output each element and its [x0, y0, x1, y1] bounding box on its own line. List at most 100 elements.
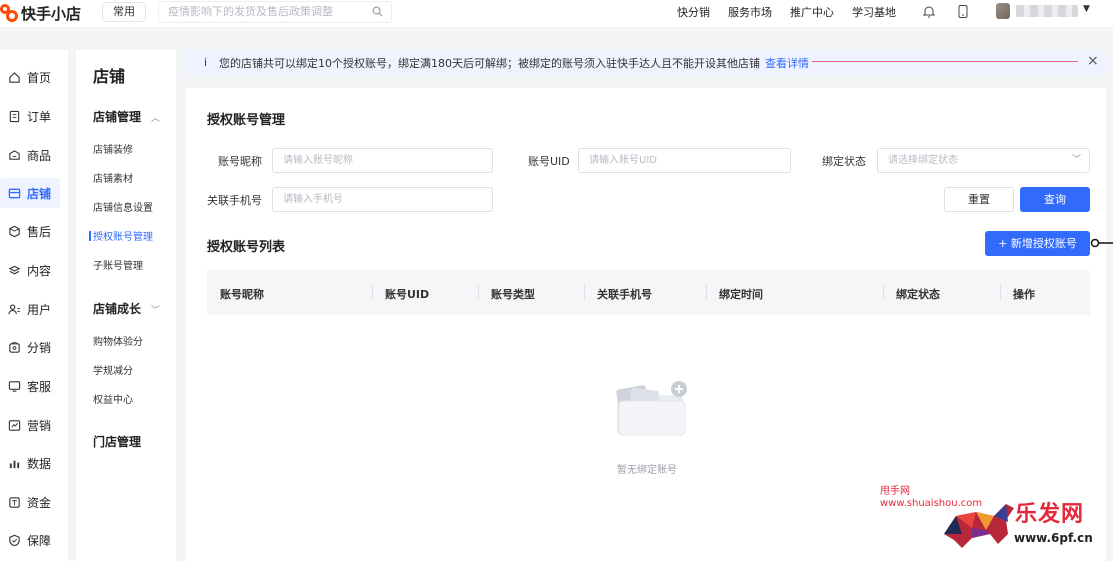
top-icons	[922, 4, 990, 18]
status-label: 绑定状态	[822, 155, 866, 168]
logo[interactable]: 快手小店	[0, 2, 81, 24]
primary-nav-item-marketing[interactable]: 营销	[0, 410, 68, 440]
primary-nav-label: 营销	[27, 418, 52, 433]
watermark-site-name: 甩手网	[880, 486, 910, 497]
column-divider	[372, 285, 373, 299]
column-divider	[478, 285, 479, 299]
column-divider	[706, 285, 707, 299]
side-handle-icon[interactable]	[1089, 237, 1113, 249]
column-divider	[883, 285, 884, 299]
status-select[interactable]: 请选择绑定状态 ﹀	[877, 148, 1090, 173]
primary-nav-item-goods[interactable]: 商品	[0, 140, 68, 170]
guarantee-icon	[9, 534, 20, 546]
user-icon	[8, 303, 21, 314]
column-divider	[1000, 285, 1001, 299]
close-icon[interactable]: ×	[1087, 53, 1099, 69]
nav-item-shop-material[interactable]: 店铺素材	[93, 170, 133, 185]
chevron-down-icon: ﹀	[151, 306, 161, 316]
after-sale-icon	[9, 225, 20, 237]
watermark-brand: 乐发网	[1015, 501, 1085, 527]
page-title: 授权账号管理	[207, 113, 286, 128]
top-links: 快分销 服务市场 推广中心 学习基地	[677, 4, 914, 20]
nickname-label: 账号昵称	[218, 155, 262, 168]
list-title: 授权账号列表	[207, 240, 286, 255]
mobile-icon[interactable]	[956, 4, 970, 18]
column-header-type: 账号类型	[491, 288, 535, 301]
nav-item-authorized-accounts[interactable]: 授权账号管理	[89, 228, 153, 243]
nav-item-shopping-score[interactable]: 购物体验分	[93, 333, 143, 348]
phone-input[interactable]: 请输入手机号	[272, 187, 493, 212]
top-search-placeholder: 疫情影响下的发货及售后政策调整	[168, 5, 333, 18]
top-link-promotion[interactable]: 推广中心	[790, 4, 834, 20]
primary-nav-label: 订单	[27, 109, 52, 124]
top-link-learning[interactable]: 学习基地	[852, 4, 896, 20]
primary-nav-item-guarantee[interactable]: 保障	[0, 525, 68, 555]
customer-service-icon	[8, 380, 21, 392]
notice-detail-link[interactable]: 查看详情	[765, 55, 809, 71]
nav-item-sub-accounts[interactable]: 子账号管理	[93, 257, 143, 272]
kuaishou-logo-icon	[0, 4, 18, 22]
nav-item-rules-deduction[interactable]: 学规减分	[93, 362, 133, 377]
primary-nav-item-content[interactable]: 内容	[0, 255, 68, 285]
primary-nav-label: 用户	[27, 302, 52, 317]
nav-group-store-management[interactable]: 门店管理	[93, 433, 141, 450]
nav-item-benefits-center[interactable]: 权益中心	[93, 391, 133, 406]
caret-down-icon[interactable]: ▼	[1083, 4, 1090, 14]
primary-nav-label: 数据	[27, 456, 52, 471]
top-bar: 快手小店 常用 疫情影响下的发货及售后政策调整 快分销 服务市场 推广中心 学习…	[0, 0, 1113, 28]
primary-nav-item-customer-service[interactable]: 客服	[0, 371, 68, 401]
column-header-actions: 操作	[1013, 288, 1035, 301]
top-search-input[interactable]: 疫情影响下的发货及售后政策调整	[158, 1, 392, 23]
search-icon[interactable]	[372, 6, 383, 17]
primary-nav-item-funds[interactable]: 资金	[0, 487, 68, 517]
primary-nav-label: 售后	[27, 224, 52, 239]
goods-icon	[9, 149, 20, 160]
uid-input[interactable]: 请输入账号UID	[578, 148, 791, 173]
distribution-icon	[9, 341, 20, 353]
nav-item-shop-decoration[interactable]: 店铺装修	[93, 141, 133, 156]
home-icon	[9, 71, 20, 83]
column-header-uid: 账号UID	[385, 288, 430, 301]
reset-button[interactable]: 重置	[944, 187, 1014, 212]
nav-group-shop-growth[interactable]: 店铺成长 ﹀	[93, 300, 160, 317]
primary-nav-label: 客服	[27, 379, 52, 394]
empty-folder-icon	[616, 381, 687, 436]
primary-nav-label: 内容	[27, 263, 52, 278]
search-button[interactable]: 查询	[1020, 187, 1090, 212]
nav-group-label: 店铺成长	[93, 302, 142, 316]
column-divider	[584, 285, 585, 299]
phone-label: 关联手机号	[207, 194, 262, 207]
chevron-down-icon: ﹀	[1071, 155, 1081, 165]
primary-nav-label: 资金	[27, 495, 52, 510]
primary-nav-item-after-sale[interactable]: 售后	[0, 216, 68, 246]
primary-nav-item-orders[interactable]: 订单	[0, 101, 68, 131]
logo-text: 快手小店	[21, 4, 82, 23]
nav-group-shop-management[interactable]: 店铺管理 ︿	[93, 108, 160, 125]
notice-divider	[812, 61, 1078, 62]
column-header-nickname: 账号昵称	[220, 288, 264, 301]
top-link-service-market[interactable]: 服务市场	[728, 4, 772, 20]
avatar[interactable]	[996, 3, 1010, 19]
primary-nav-item-users[interactable]: 用户	[0, 294, 68, 324]
secondary-nav-title: 店铺	[93, 67, 126, 86]
data-icon	[9, 460, 20, 468]
primary-nav-item-distribution[interactable]: 分销	[0, 332, 68, 362]
column-header-phone: 关联手机号	[597, 288, 652, 301]
common-button[interactable]: 常用	[102, 2, 146, 22]
primary-nav-item-shop[interactable]: 店铺	[0, 178, 60, 208]
bell-icon[interactable]	[922, 4, 936, 18]
shop-icon	[8, 188, 21, 198]
nickname-input[interactable]: 请输入账号昵称	[272, 148, 493, 173]
primary-nav-label: 分销	[27, 340, 52, 355]
marketing-icon	[8, 419, 21, 431]
primary-nav-item-data[interactable]: 数据	[0, 448, 68, 478]
nav-item-shop-info[interactable]: 店铺信息设置	[93, 199, 153, 214]
funds-icon	[9, 496, 20, 508]
primary-nav-item-home[interactable]: 首页	[0, 62, 68, 92]
add-authorized-account-button[interactable]: + 新增授权账号	[985, 231, 1090, 256]
column-header-status: 绑定状态	[896, 288, 940, 301]
top-link-fenxiao[interactable]: 快分销	[677, 4, 710, 20]
chevron-up-icon: ︿	[151, 114, 161, 124]
user-name-blurred[interactable]	[1016, 5, 1078, 17]
bull-logo-icon	[944, 504, 1014, 548]
